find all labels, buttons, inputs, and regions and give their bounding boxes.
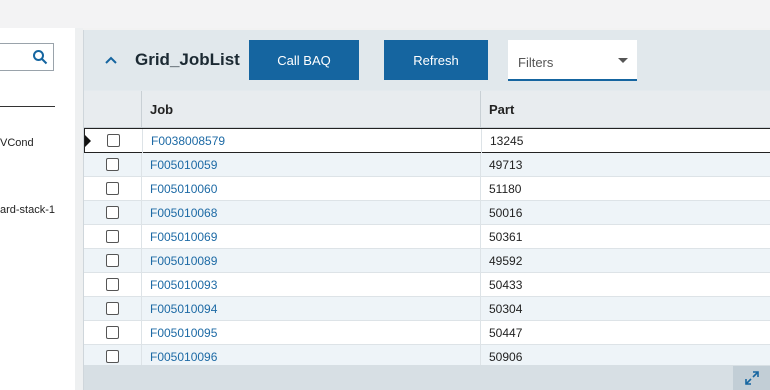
row-checkbox[interactable] [106,230,119,243]
top-bar [0,0,770,28]
left-item-vcond[interactable]: VCond [0,137,34,149]
job-link[interactable]: F005010068 [142,201,481,225]
expand-icon [745,371,759,385]
table-row[interactable]: F005010094 50304 [84,297,770,321]
grid-rows: F0038008579 13245 F005010059 49713 F00501006… [84,128,770,365]
table-row[interactable]: F005010093 50433 [84,273,770,297]
row-select-cell [84,249,142,273]
grid-column-headers: Job Part [84,91,770,128]
job-link[interactable]: F005010094 [142,297,481,321]
call-baq-button[interactable]: Call BAQ [249,40,359,80]
row-select-cell [84,273,142,297]
row-select-cell [85,129,143,153]
grid-panel: Grid_JobList Call BAQ Refresh Filters Jo… [83,30,770,390]
row-select-cell [84,153,142,177]
filters-label: Filters [518,55,554,70]
part-cell: 49713 [489,158,523,172]
table-row[interactable]: F005010060 51180 [84,177,770,201]
row-checkbox[interactable] [106,182,119,195]
row-select-cell [84,225,142,249]
table-row[interactable]: F005010096 50906 [84,345,770,365]
row-checkbox[interactable] [107,134,120,147]
part-cell: 51180 [489,182,522,196]
column-header-job[interactable]: Job [142,91,481,128]
refresh-button[interactable]: Refresh [384,40,488,80]
current-row-indicator-icon [85,135,91,147]
row-checkbox[interactable] [106,158,119,171]
splitter [75,28,83,390]
part-cell: 50016 [489,206,523,220]
job-link[interactable]: F005010089 [142,249,481,273]
grid-footer [84,365,770,390]
job-link[interactable]: F005010059 [142,153,481,177]
expand-button[interactable] [733,366,770,390]
table-row[interactable]: F005010089 49592 [84,249,770,273]
part-cell: 50304 [489,302,523,316]
left-item-stack[interactable]: ard-stack-1 [0,204,55,216]
part-cell: 50361 [489,230,523,244]
grid-header: Grid_JobList Call BAQ Refresh Filters [84,30,770,90]
job-grid: Job Part F0038008579 13245 F005010059 49713… [84,91,770,365]
table-row[interactable]: F005010068 50016 [84,201,770,225]
search-icon[interactable] [32,49,48,65]
job-link[interactable]: F005010060 [142,177,481,201]
column-header-part[interactable]: Part [481,91,770,128]
job-link[interactable]: F005010096 [142,345,481,365]
table-row[interactable]: F0038008579 13245 [84,128,770,153]
filters-dropdown[interactable]: Filters [508,40,637,81]
row-select-cell [84,321,142,345]
left-panel: VCond ard-stack-1 [0,28,75,390]
table-row[interactable]: F005010095 50447 [84,321,770,345]
row-select-cell [84,177,142,201]
row-checkbox[interactable] [106,278,119,291]
row-checkbox[interactable] [106,350,119,363]
left-divider [0,106,55,107]
row-select-cell [84,345,142,365]
row-checkbox[interactable] [106,326,119,339]
row-checkbox[interactable] [106,302,119,315]
search-input[interactable] [0,43,54,71]
row-select-cell [84,201,142,225]
part-cell: 50447 [489,326,523,340]
chevron-up-icon[interactable] [103,52,119,68]
job-link[interactable]: F005010069 [142,225,481,249]
row-checkbox[interactable] [106,254,119,267]
row-select-cell [84,297,142,321]
column-header-select[interactable] [84,91,142,128]
grid-title: Grid_JobList [135,50,240,69]
job-link[interactable]: F005010095 [142,321,481,345]
caret-down-icon [618,58,628,63]
part-cell: 13245 [490,134,524,148]
part-cell: 50906 [489,350,523,364]
part-cell: 50433 [489,278,523,292]
job-link[interactable]: F005010093 [142,273,481,297]
table-row[interactable]: F005010059 49713 [84,153,770,177]
job-link[interactable]: F0038008579 [143,129,482,153]
table-row[interactable]: F005010069 50361 [84,225,770,249]
row-checkbox[interactable] [106,206,119,219]
part-cell: 49592 [489,254,523,268]
